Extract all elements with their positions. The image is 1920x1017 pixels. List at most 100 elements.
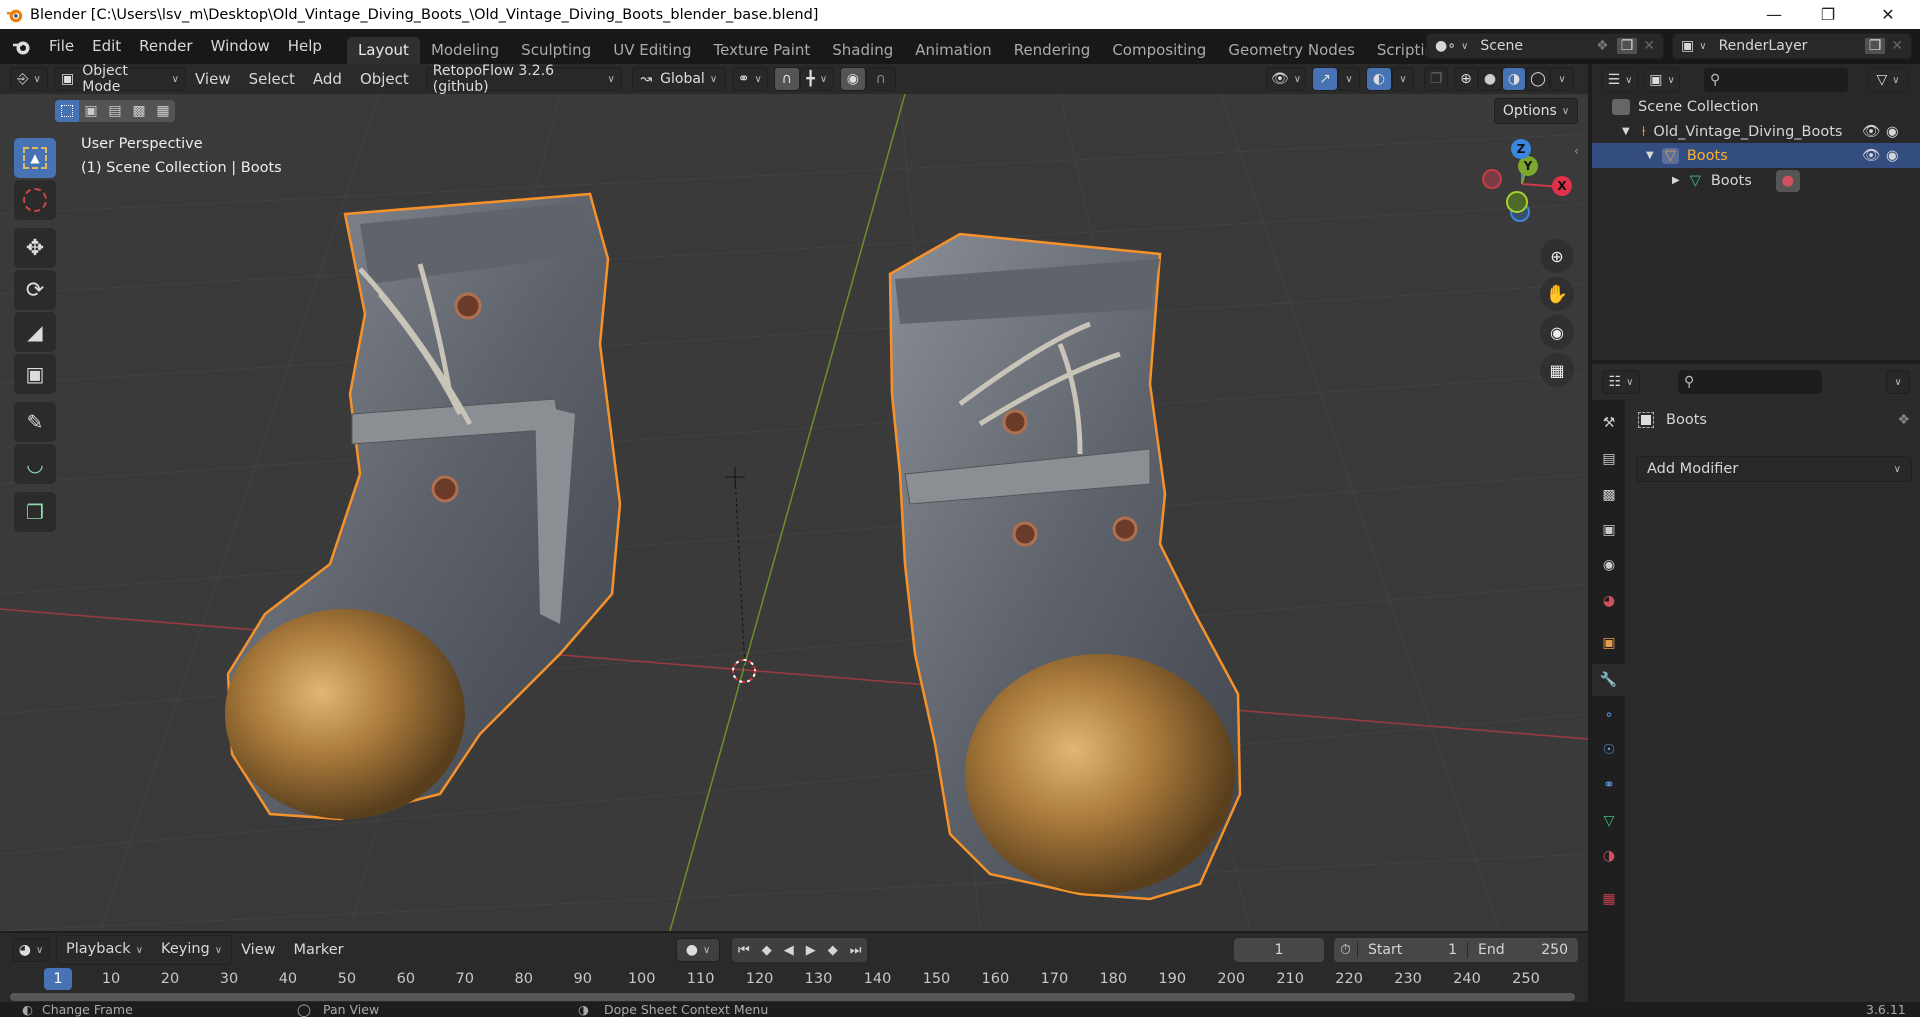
tool-select-box[interactable]: ▲ [14,138,56,178]
mode-selector[interactable]: ▣ Object Mode ∨ [54,63,186,95]
tab-modeling[interactable]: Modeling [420,37,510,64]
tab-compositing[interactable]: Compositing [1101,37,1217,64]
use-preview-range-icon[interactable]: ⏱ [1334,942,1358,958]
transform-orientation-selector[interactable]: ↝ Global ∨ [631,67,726,91]
timeline-scrollbar[interactable] [10,993,1575,1001]
tool-move[interactable]: ✥ [14,228,56,268]
gizmo-dropdown[interactable]: ∨ [1338,67,1360,91]
shading-solid[interactable]: ● [1478,67,1502,91]
tool-annotate[interactable]: ✎ [14,402,56,442]
tab-output[interactable]: ▩ [1596,482,1622,508]
overlays-dropdown[interactable]: ∨ [1392,67,1414,91]
outliner-search-input[interactable]: ⚲ [1704,68,1848,92]
play-reverse-icon[interactable]: ◀ [778,943,800,958]
delete-scene-icon[interactable]: ✕ [1643,38,1655,54]
end-frame-field[interactable]: End 250 [1468,942,1578,958]
scene-selector[interactable]: ●∘ ∨ Scene ❖ ❐ ✕ [1426,33,1664,59]
add-modifier-dropdown[interactable]: Add Modifier ∨ [1636,456,1912,482]
proportional-falloff-selector[interactable]: ∩ [865,67,896,91]
vp-menu-add[interactable]: Add [304,64,351,94]
tab-render[interactable]: ▤ [1596,446,1622,472]
tab-data[interactable]: ▽ [1596,808,1622,834]
pan-view-button[interactable]: ✋ [1540,277,1574,311]
retopoflow-menu[interactable]: RetopoFlow 3.2.6 (github) ∨ [425,63,622,95]
shading-material-preview[interactable]: ◑ [1502,67,1526,91]
tab-material[interactable]: ◑ [1596,843,1622,869]
menu-edit[interactable]: Edit [83,29,130,64]
jump-start-icon[interactable]: ⏮ [732,943,756,958]
timeline-menu-marker[interactable]: Marker [285,937,353,963]
right-boot-mesh[interactable] [888,232,1242,901]
tool-scale[interactable]: ◢ [14,312,56,352]
zoom-view-button[interactable]: ⊕ [1540,239,1574,273]
sidebar-toggle-icon[interactable]: ‹ [1574,144,1579,158]
vp-menu-object[interactable]: Object [351,64,418,94]
visibility-eye-icon[interactable]: 👁 [1862,147,1880,164]
tool-rotate[interactable]: ⟳ [14,270,56,310]
snap-toggle[interactable]: ∩ [773,67,800,91]
pivot-point-selector[interactable]: ⚭ ∨ [731,67,768,91]
select-subtract-button[interactable]: ▤ [103,100,127,122]
properties-editor-type[interactable]: ☷ ∨ [1602,370,1640,394]
expand-arrow-icon[interactable]: ▼ [1646,150,1654,161]
shading-rendered[interactable]: ◯ [1526,67,1550,91]
start-frame-field[interactable]: Start 1 [1358,942,1468,958]
gizmo-x[interactable]: X [1552,176,1572,196]
tab-geometry-nodes[interactable]: Geometry Nodes [1217,37,1366,64]
gizmo-z[interactable]: Z [1511,139,1531,159]
tab-particles[interactable]: ∘ [1596,702,1622,728]
tab-shading[interactable]: Shading [821,37,904,64]
navigation-gizmo[interactable]: Y Z X [1470,139,1580,239]
tab-scene[interactable]: ◉ [1596,552,1622,578]
selectability-visibility-button[interactable]: 👁 ∨ [1266,67,1306,91]
outliner-filter-button[interactable]: ▽ ∨ [1868,68,1908,92]
tab-object[interactable]: ▣ [1596,630,1622,656]
snap-target-selector[interactable]: ╋ ∨ [799,67,834,91]
tab-physics[interactable]: ☉ [1596,737,1622,763]
pin-icon[interactable]: ❖ [1897,412,1910,428]
tab-uv-editing[interactable]: UV Editing [602,37,702,64]
outliner-row-boots-object[interactable]: ▼ ▽ Boots 👁 ◉ [1592,143,1920,168]
blender-menu-icon[interactable] [12,37,32,57]
select-invert-button[interactable]: ▩ [127,100,151,122]
delete-view-layer-icon[interactable]: ✕ [1891,38,1903,54]
prev-keyframe-icon[interactable]: ◆ [756,943,778,958]
left-boot-mesh[interactable] [225,192,622,821]
menu-help[interactable]: Help [279,29,331,64]
timeline-editor-type[interactable]: ◕ ∨ [12,938,50,962]
tab-view-layer[interactable]: ▣ [1596,517,1622,543]
tool-cursor[interactable] [14,180,56,220]
tab-texture[interactable]: ▦ [1596,886,1622,912]
tab-texture-paint[interactable]: Texture Paint [702,37,821,64]
tab-layout[interactable]: Layout [346,37,420,64]
minimize-button[interactable]: — [1746,0,1802,29]
outliner-row-collection[interactable]: ▼ ⍿ Old_Vintage_Diving_Boots 👁 ◉ [1592,119,1920,144]
pin-icon[interactable]: ❖ [1596,38,1609,54]
expand-arrow-icon[interactable]: ▼ [1622,126,1630,137]
overlays-toggle[interactable]: ◐ [1366,67,1392,91]
auto-keying-toggle[interactable]: ● ∨ [676,938,720,962]
outliner-row-boots-mesh[interactable]: ▶ ▽ Boots ● [1592,168,1920,193]
tab-world[interactable]: ◕ [1596,588,1622,614]
tab-modifiers[interactable]: 🔧 [1592,664,1625,696]
next-keyframe-icon[interactable]: ◆ [822,943,844,958]
vp-menu-view[interactable]: View [186,64,240,94]
current-frame-field[interactable]: 1 [1234,938,1324,962]
gizmo-toggle[interactable]: ↗ [1312,67,1338,91]
timeline-menu-keying[interactable]: Keying ∨ [152,936,231,964]
new-scene-icon[interactable]: ❐ [1616,38,1638,54]
gizmo-y[interactable]: Y [1518,156,1538,176]
jump-end-icon[interactable]: ⏭ [844,943,868,958]
properties-options-dropdown[interactable]: ∨ [1886,370,1910,394]
options-dropdown[interactable]: Options ∨ [1494,98,1578,124]
menu-render[interactable]: Render [130,29,201,64]
perspective-toggle-button[interactable]: ▦ [1540,353,1574,387]
menu-file[interactable]: File [40,29,83,64]
maximize-button[interactable]: ❐ [1800,0,1856,29]
close-button[interactable]: ✕ [1860,0,1916,29]
3d-viewport[interactable]: User Perspective (1) Scene Collection | … [0,94,1588,931]
timeline-menu-view[interactable]: View [232,937,284,963]
camera-view-button[interactable]: ◉ [1540,315,1574,349]
tab-rendering[interactable]: Rendering [1003,37,1102,64]
outliner-display-mode[interactable]: ▣ ∨ [1644,68,1680,92]
